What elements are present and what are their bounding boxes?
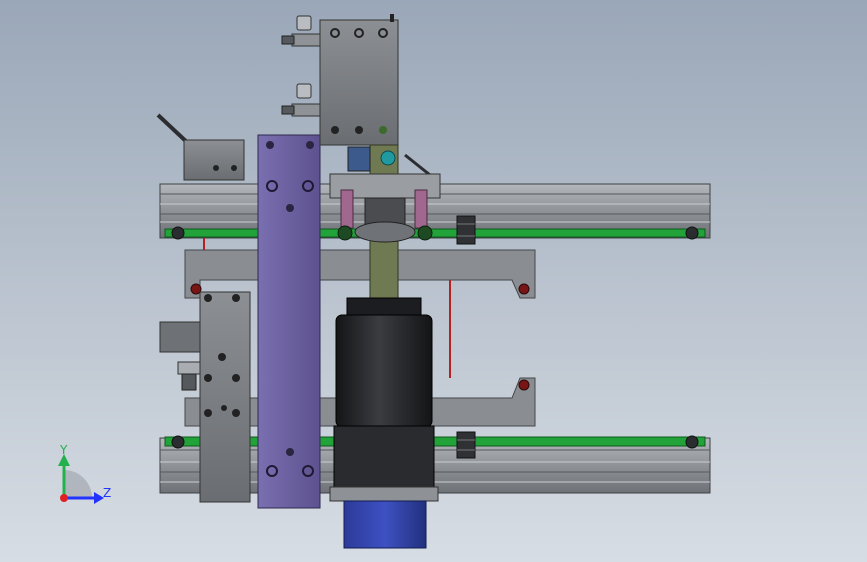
upper-c-bracket xyxy=(184,249,536,299)
top-timing-belt xyxy=(164,226,706,240)
idler-pulley-bottom xyxy=(456,431,476,459)
air-fitting-upper xyxy=(281,15,321,47)
pneumatic-cylinder xyxy=(319,14,399,146)
x-axis-dot xyxy=(60,494,68,502)
z-axis-label: Z xyxy=(103,486,111,500)
stepper-motor xyxy=(329,297,439,502)
purple-slide-plate xyxy=(257,134,321,509)
cad-viewport[interactable]: Y Z xyxy=(0,0,867,562)
coordinate-triad[interactable]: Y Z xyxy=(58,443,111,504)
motor-base-block xyxy=(343,500,427,549)
air-fitting-lower xyxy=(281,83,321,117)
left-sensor-block xyxy=(156,113,245,181)
center-mount-plate xyxy=(329,173,441,243)
idler-pulley-top xyxy=(456,215,476,245)
y-axis-label: Y xyxy=(59,443,68,457)
